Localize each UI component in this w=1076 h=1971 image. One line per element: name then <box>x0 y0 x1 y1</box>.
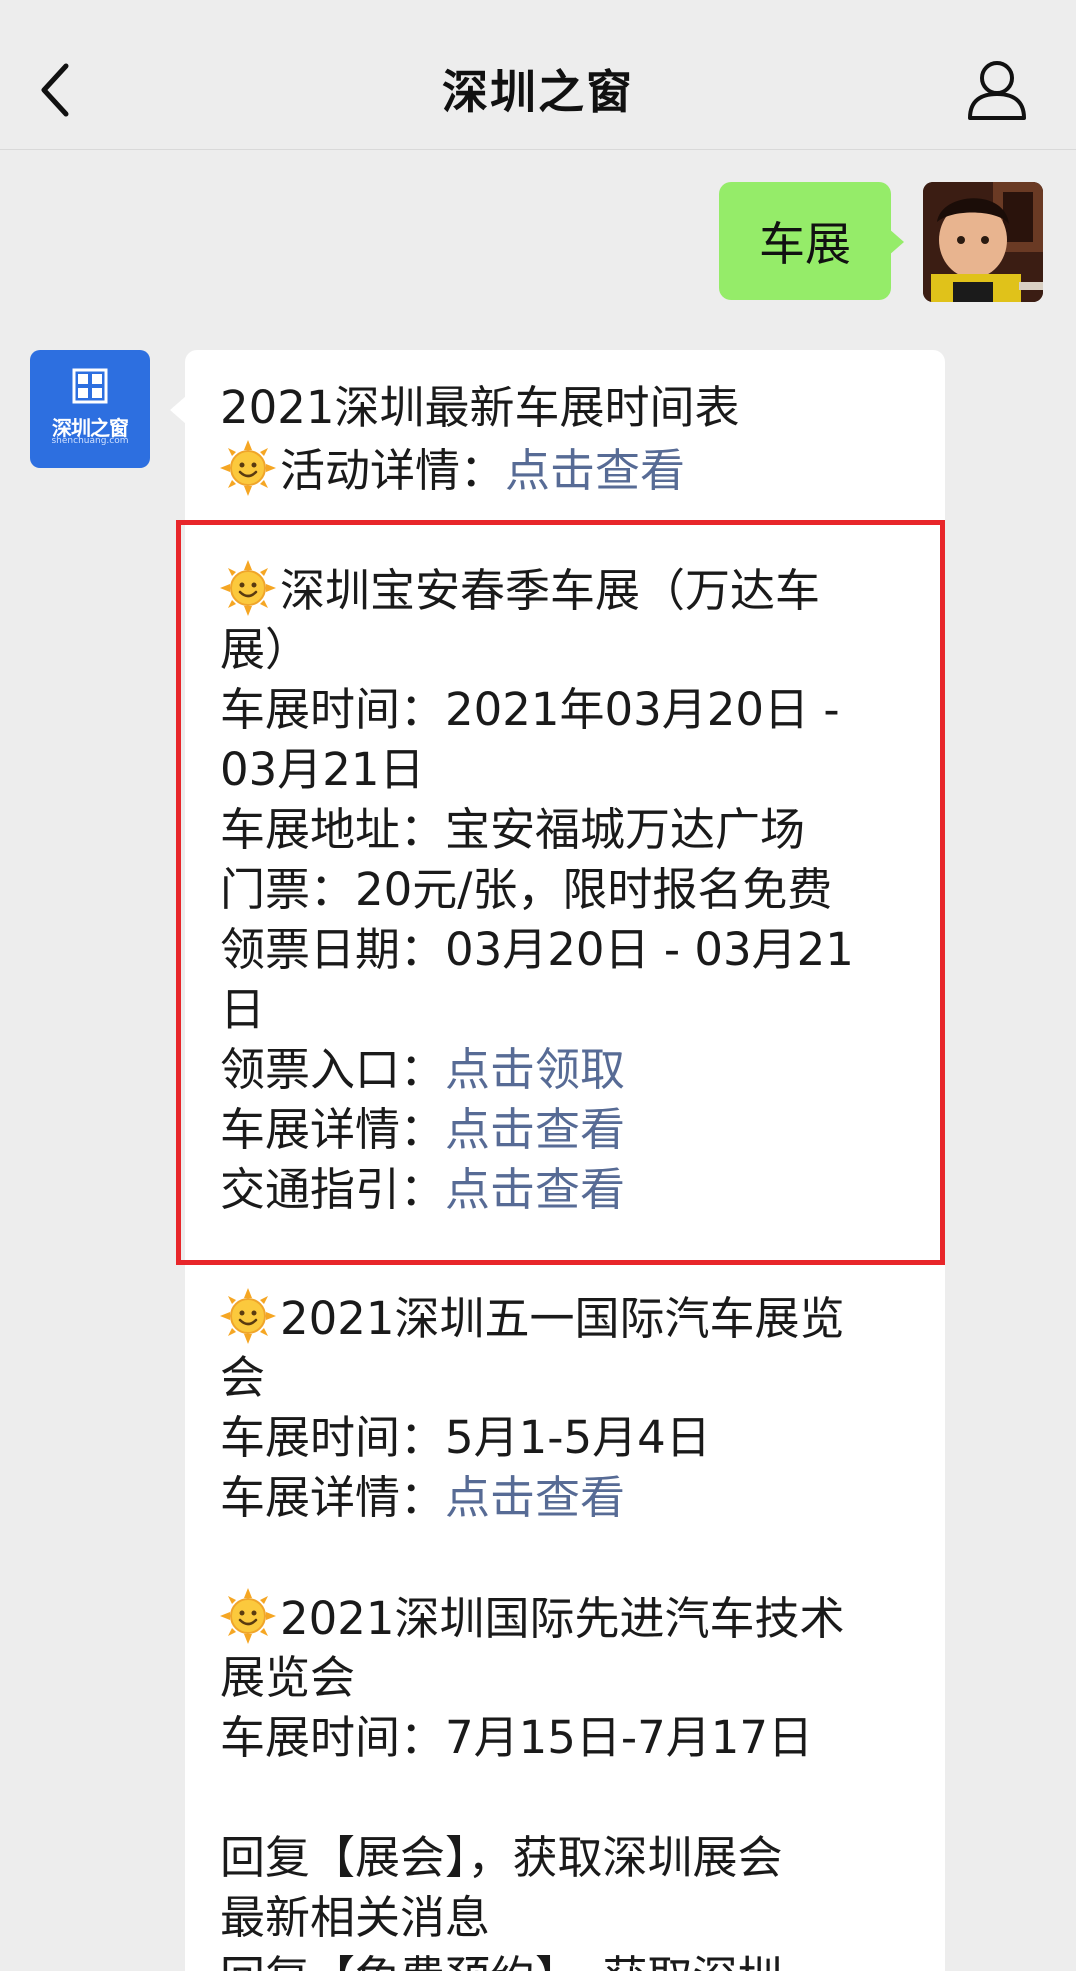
section3-title-line2: 展览会 <box>220 1651 356 1704</box>
section1-claim-date-line1: 领票日期：03月20日 - 03月21 <box>220 923 854 976</box>
reply-hint-line2: 最新相关消息 <box>220 1891 491 1944</box>
section1-detail-label: 车展详情： <box>220 1103 446 1156</box>
section1-traffic-link[interactable]: 点击查看 <box>445 1163 625 1216</box>
sun-emoji-icon <box>220 1288 276 1344</box>
section1-title-line2: 展） <box>220 623 311 676</box>
page-title: 深圳之窗 <box>442 65 634 119</box>
section1-ticket: 门票：20元/张，限时报名免费 <box>220 863 833 916</box>
window-logo-icon <box>72 368 108 404</box>
section2-detail-line: 车展详情：点击查看 <box>220 1468 625 1528</box>
section2-title-line2: 会 <box>220 1351 266 1404</box>
user-avatar-photo <box>923 182 1043 302</box>
section2-title-line1: 2021深圳五一国际汽车展览 <box>220 1288 845 1349</box>
account-logo-domain: shenchuang.com <box>51 436 129 446</box>
section1-entry-line: 领票入口：点击领取 <box>220 1040 625 1100</box>
reply-hint-partial: 回复【免费预约】，获取深圳 <box>220 1948 783 1971</box>
sun-emoji-icon <box>220 1588 276 1644</box>
user-avatar[interactable] <box>923 182 1043 302</box>
user-profile-icon[interactable] <box>964 56 1030 122</box>
message-heading: 2021深圳最新车展时间表 <box>220 381 740 434</box>
section1-time-line2: 03月21日 <box>220 743 425 796</box>
section2-title-a: 2021深圳五一国际汽车展览 <box>280 1292 845 1345</box>
incoming-bubble-tail <box>170 396 186 424</box>
section1-title-line1: 深圳宝安春季车展（万达车 <box>220 560 820 621</box>
sun-emoji-icon <box>220 560 276 616</box>
outgoing-message-text: 车展 <box>759 217 851 271</box>
section1-claim-date-line2: 日 <box>220 983 266 1036</box>
section3-title-a: 2021深圳国际先进汽车技术 <box>280 1592 845 1645</box>
outgoing-message-bubble[interactable]: 车展 <box>719 182 891 300</box>
section2-detail-link[interactable]: 点击查看 <box>445 1471 625 1524</box>
account-avatar[interactable]: 深圳之窗 shenchuang.com <box>30 350 150 468</box>
section3-time: 车展时间：7月15日-7月17日 <box>220 1711 814 1764</box>
section2-time: 车展时间：5月1-5月4日 <box>220 1411 711 1464</box>
sun-emoji-icon <box>220 440 276 496</box>
section1-detail-line: 车展详情：点击查看 <box>220 1100 625 1160</box>
top-nav-bar: 深圳之窗 <box>0 0 1076 150</box>
activity-label: 活动详情： <box>280 444 506 497</box>
section1-title-a: 深圳宝安春季车展（万达车 <box>280 564 821 617</box>
section1-traffic-line: 交通指引：点击查看 <box>220 1160 625 1220</box>
activity-detail-link[interactable]: 点击查看 <box>505 444 685 497</box>
activity-line: 活动详情：点击查看 <box>220 440 685 501</box>
section1-address: 车展地址：宝安福城万达广场 <box>220 803 806 856</box>
section1-detail-link[interactable]: 点击查看 <box>445 1103 625 1156</box>
outgoing-bubble-tail <box>888 228 904 256</box>
section1-claim-link[interactable]: 点击领取 <box>445 1043 625 1096</box>
section1-entry-label: 领票入口： <box>220 1043 446 1096</box>
section1-time-line1: 车展时间：2021年03月20日 - <box>220 683 840 736</box>
reply-hint-line1: 回复【展会】，获取深圳展会 <box>220 1831 783 1884</box>
section2-detail-label: 车展详情： <box>220 1471 446 1524</box>
section1-traffic-label: 交通指引： <box>220 1163 446 1216</box>
section3-title-line1: 2021深圳国际先进汽车技术 <box>220 1588 845 1649</box>
